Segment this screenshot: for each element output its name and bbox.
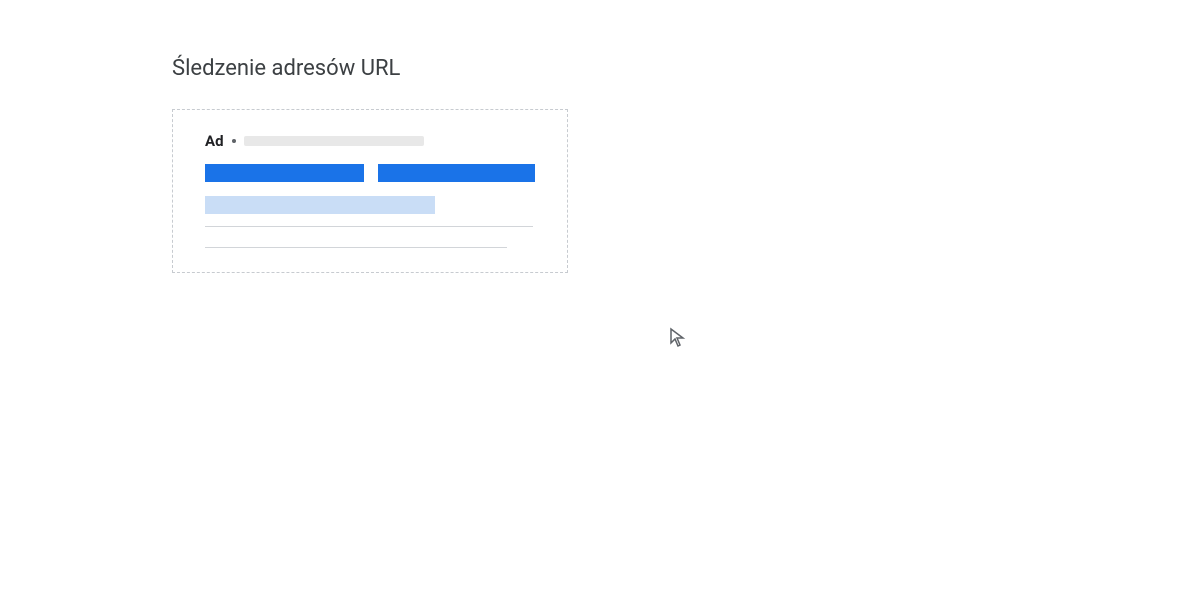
ad-text-line-1 <box>205 226 533 227</box>
ad-preview-card: Ad <box>172 109 568 273</box>
ad-description-row <box>205 196 535 214</box>
ad-label: Ad <box>205 132 224 150</box>
ad-description-placeholder <box>205 196 435 214</box>
section-title: Śledzenie adresów URL <box>172 56 1200 81</box>
ad-text-line-2 <box>205 247 507 248</box>
ad-headline-placeholder-2 <box>378 164 535 182</box>
ad-headline-placeholder-1 <box>205 164 364 182</box>
cursor-icon <box>666 326 690 350</box>
ad-url-placeholder <box>244 136 424 146</box>
ad-headline-row <box>205 164 535 182</box>
main-container: Śledzenie adresów URL Ad <box>0 0 1200 273</box>
ad-label-row: Ad <box>205 132 535 150</box>
ad-separator-dot <box>232 139 236 143</box>
